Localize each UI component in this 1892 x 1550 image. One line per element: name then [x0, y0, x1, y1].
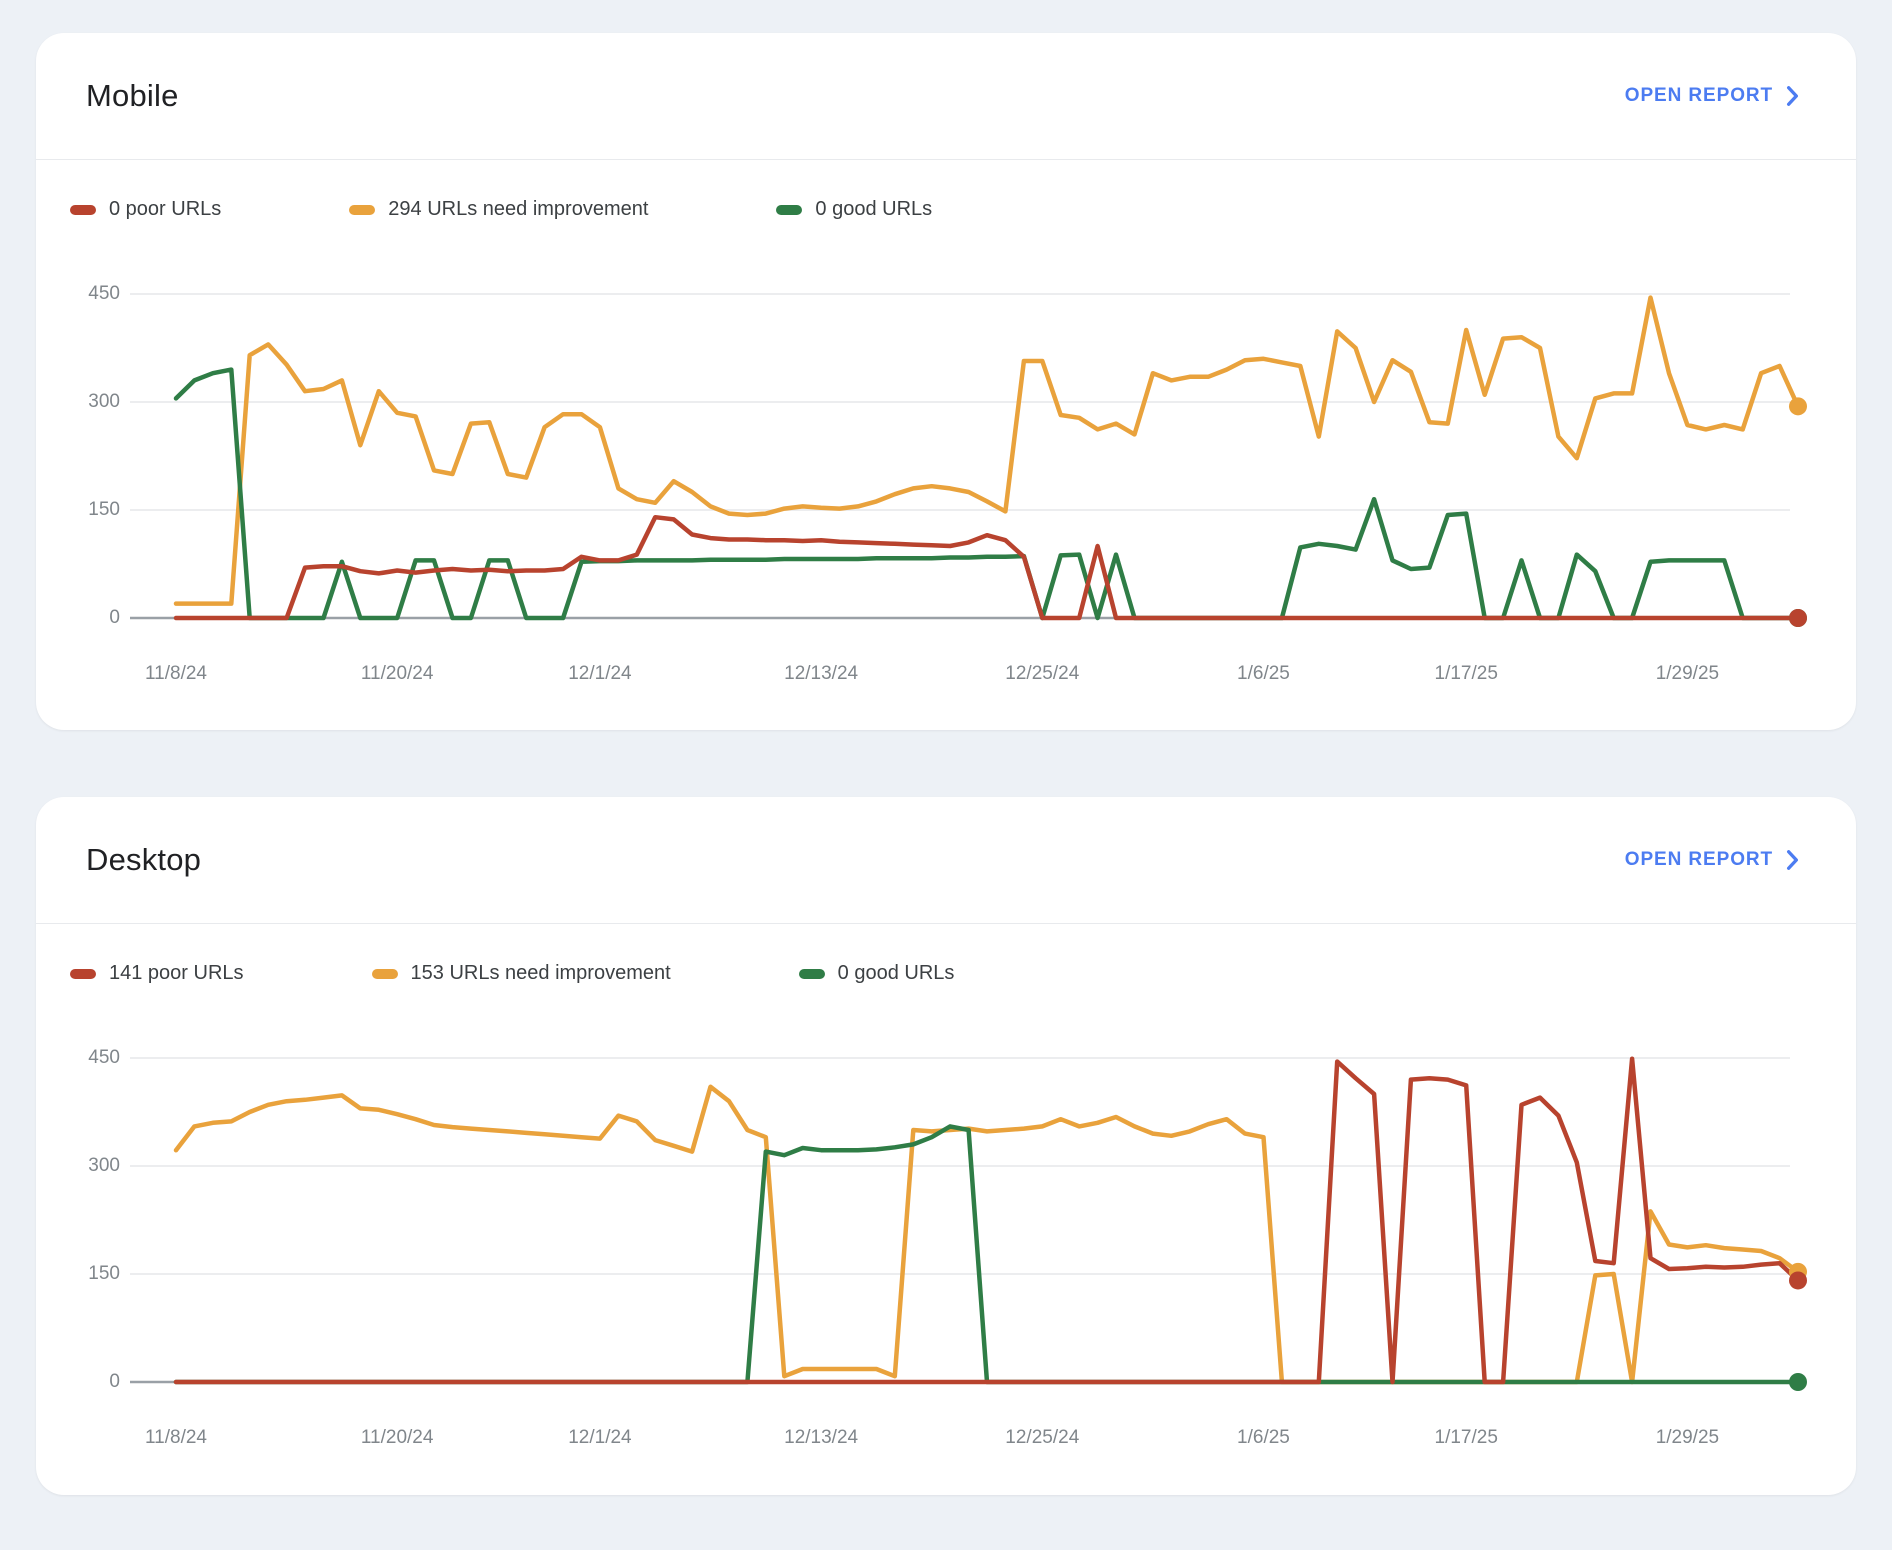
x-axis-tick-label: 11/20/24 [317, 1427, 477, 1449]
y-axis-tick-label: 300 [54, 391, 120, 413]
x-axis-tick-label: 12/1/24 [520, 1427, 680, 1449]
open-report-label: OPEN REPORT [1625, 85, 1773, 107]
x-axis-tick-label: 11/20/24 [317, 663, 477, 685]
desktop-card: Desktop OPEN REPORT 141 poor URLs 153 UR… [36, 797, 1856, 1495]
legend-item-need-improvement: 153 URLs need improvement [372, 962, 671, 985]
card-title-desktop: Desktop [86, 842, 201, 878]
mobile-card: Mobile OPEN REPORT 0 poor URLs 294 URLs … [36, 33, 1856, 730]
x-axis-tick-label: 1/6/25 [1183, 1427, 1343, 1449]
mobile-line-chart: 0 150 300 450 11/8/24 11/20/24 12/1/24 12/13/24… [36, 160, 1856, 730]
x-axis-tick-label: 11/8/24 [96, 663, 256, 685]
x-axis-tick-label: 1/17/25 [1386, 663, 1546, 685]
legend-item-good: 0 good URLs [776, 198, 932, 221]
urls-need-improvement-end-dot [1789, 397, 1807, 415]
y-axis-tick-label: 450 [54, 1047, 120, 1069]
x-axis-tick-label: 1/17/25 [1386, 1427, 1546, 1449]
x-axis-tick-label: 12/25/24 [962, 663, 1122, 685]
x-axis-tick-label: 12/1/24 [520, 663, 680, 685]
x-axis-tick-label: 1/29/25 [1607, 1427, 1767, 1449]
legend-color-swatch [799, 969, 825, 979]
legend-color-swatch [372, 969, 398, 979]
mobile-chart-svg [36, 160, 1856, 730]
legend-label-poor: 0 poor URLs [109, 198, 221, 221]
y-axis-tick-label: 150 [54, 499, 120, 521]
x-axis-tick-label: 12/13/24 [741, 1427, 901, 1449]
mobile-card-header: Mobile OPEN REPORT [36, 33, 1856, 160]
legend-label-need-improvement: 294 URLs need improvement [388, 198, 648, 221]
legend-color-swatch [70, 205, 96, 215]
good-urls-line [176, 1126, 1798, 1382]
open-report-link-mobile[interactable]: OPEN REPORT [1625, 85, 1800, 107]
chevron-right-icon [1785, 85, 1800, 107]
x-axis-tick-label: 12/25/24 [962, 1427, 1122, 1449]
legend-item-good: 0 good URLs [799, 962, 955, 985]
legend-item-poor: 141 poor URLs [70, 962, 244, 985]
legend-label-good: 0 good URLs [838, 962, 955, 985]
desktop-chart-legend: 141 poor URLs 153 URLs need improvement … [70, 962, 954, 985]
poor-urls-end-dot [1789, 609, 1807, 627]
mobile-chart-legend: 0 poor URLs 294 URLs need improvement 0 … [70, 198, 932, 221]
x-axis-tick-label: 12/13/24 [741, 663, 901, 685]
card-title-mobile: Mobile [86, 78, 179, 114]
legend-color-swatch [776, 205, 802, 215]
legend-color-swatch [349, 205, 375, 215]
desktop-card-header: Desktop OPEN REPORT [36, 797, 1856, 924]
urls-need-improvement-line [176, 1087, 1798, 1382]
y-axis-tick-label: 0 [54, 1371, 120, 1393]
poor-urls-line [176, 517, 1798, 618]
legend-item-need-improvement: 294 URLs need improvement [349, 198, 648, 221]
open-report-label: OPEN REPORT [1625, 849, 1773, 871]
legend-label-poor: 141 poor URLs [109, 962, 244, 985]
poor-urls-end-dot [1789, 1271, 1807, 1289]
legend-label-good: 0 good URLs [815, 198, 932, 221]
good-urls-line [176, 370, 1798, 618]
good-urls-end-dot [1789, 1373, 1807, 1391]
core-web-vitals-page: { "page": { "background_color": "#edf1f6… [0, 0, 1892, 1550]
legend-color-swatch [70, 969, 96, 979]
y-axis-tick-label: 150 [54, 1263, 120, 1285]
x-axis-tick-label: 11/8/24 [96, 1427, 256, 1449]
x-axis-tick-label: 1/6/25 [1183, 663, 1343, 685]
desktop-chart-svg [36, 924, 1856, 1494]
mobile-card-body: 0 poor URLs 294 URLs need improvement 0 … [36, 160, 1856, 730]
x-axis-tick-label: 1/29/25 [1607, 663, 1767, 685]
y-axis-tick-label: 450 [54, 283, 120, 305]
poor-urls-line [176, 1059, 1798, 1382]
chevron-right-icon [1785, 849, 1800, 871]
desktop-line-chart: 0 150 300 450 11/8/24 11/20/24 12/1/24 12/13/24… [36, 924, 1856, 1494]
legend-label-need-improvement: 153 URLs need improvement [411, 962, 671, 985]
desktop-card-body: 141 poor URLs 153 URLs need improvement … [36, 924, 1856, 1494]
y-axis-tick-label: 0 [54, 607, 120, 629]
open-report-link-desktop[interactable]: OPEN REPORT [1625, 849, 1800, 871]
legend-item-poor: 0 poor URLs [70, 198, 221, 221]
y-axis-tick-label: 300 [54, 1155, 120, 1177]
